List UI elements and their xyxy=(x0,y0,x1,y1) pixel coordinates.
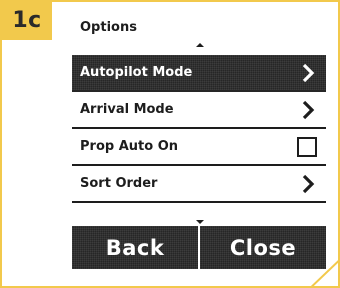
softkey-bar: Back Close xyxy=(72,226,326,269)
menu-item-label: Arrival Mode xyxy=(80,102,174,117)
step-badge: 1c xyxy=(2,2,52,40)
menu-item-label: Sort Order xyxy=(80,176,158,191)
options-menu: Autopilot Mode Arrival Mode Prop Auto On xyxy=(72,55,326,203)
back-button[interactable]: Back xyxy=(72,226,198,269)
chevron-right-icon xyxy=(294,97,322,123)
menu-item-label: Autopilot Mode xyxy=(80,65,193,80)
menu-item-label: Prop Auto On xyxy=(80,139,178,154)
chevron-right-icon xyxy=(294,171,322,197)
corner-accent xyxy=(298,246,338,286)
prop-auto-on-checkbox[interactable] xyxy=(297,136,317,157)
chevron-right-icon xyxy=(294,60,322,86)
menu-item-arrival-mode[interactable]: Arrival Mode xyxy=(72,92,326,129)
menu-item-sort-order[interactable]: Sort Order xyxy=(72,166,326,203)
page-title: Options xyxy=(80,20,137,35)
scroll-up-icon xyxy=(196,43,204,47)
menu-item-prop-auto-on[interactable]: Prop Auto On xyxy=(72,129,326,166)
device-screen: Options Autopilot Mode Arrival Mode Prop… xyxy=(72,14,326,274)
instruction-panel: 1c Options Autopilot Mode Arrival Mode P… xyxy=(0,0,340,288)
scroll-down-icon xyxy=(196,220,204,224)
menu-item-autopilot-mode[interactable]: Autopilot Mode xyxy=(72,55,326,92)
